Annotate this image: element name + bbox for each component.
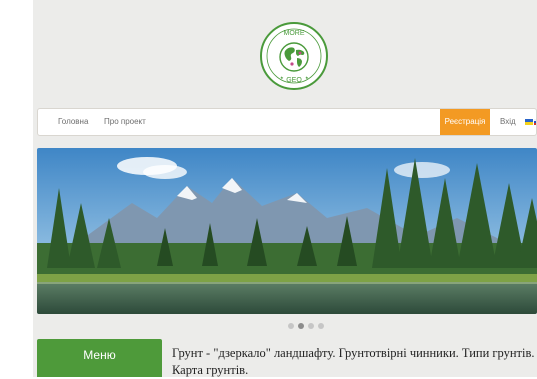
register-button[interactable]: Реєстрація [440,109,490,135]
carousel-indicators [288,323,328,331]
nav-item-home[interactable]: Головна [58,109,88,135]
article-title[interactable]: Грунт - "дзеркало" ландшафту. Грунтотвір… [172,345,537,379]
moregeo-logo[interactable]: MORE GEO ★ ★ [258,20,330,92]
nav-item-about[interactable]: Про проект [104,109,146,135]
sidebar-menu-button[interactable]: Меню [37,339,162,377]
logo-bottom-text: GEO [286,77,302,84]
main-navbar: Головна Про проект Реєстрація Вхід [37,108,537,136]
mountain-lake-landscape-image [37,148,537,314]
globe-logo-icon: MORE GEO ★ ★ [260,22,328,90]
carousel-dot[interactable] [308,323,314,329]
logo-star-left-icon: ★ [280,75,284,80]
carousel-dot[interactable] [318,323,324,329]
carousel-dot-active[interactable] [298,323,304,329]
logo-star-right-icon: ★ [305,75,309,80]
ukrainian-flag-icon[interactable] [525,119,533,125]
hero-slider-image[interactable] [37,148,537,314]
logo-top-text: MORE [284,30,305,37]
login-link[interactable]: Вхід [500,109,516,135]
carousel-dot[interactable] [288,323,294,329]
